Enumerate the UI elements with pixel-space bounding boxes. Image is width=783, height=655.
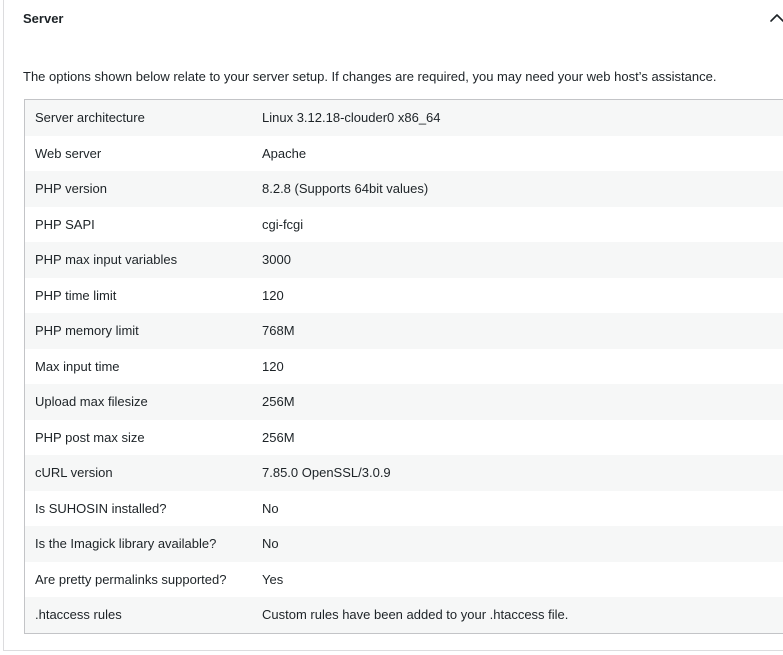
row-value: Apache: [262, 145, 307, 161]
row-value: No: [262, 500, 279, 516]
row-label: Upload max filesize: [35, 394, 148, 410]
table-row: PHP memory limit 768M: [25, 313, 783, 349]
row-label: .htaccess rules: [35, 607, 122, 623]
row-value: cgi-fcgi: [262, 216, 304, 232]
table-row: Server architecture Linux 3.12.18-cloude…: [25, 100, 783, 136]
row-value: 256M: [262, 429, 295, 445]
row-value: 768M: [262, 323, 295, 339]
table-row: Web server Apache: [25, 135, 783, 171]
table-row: Max input time 120: [25, 348, 783, 384]
row-label: Web server: [35, 145, 102, 161]
row-label: PHP max input variables: [35, 252, 178, 268]
table-row: Are pretty permalinks supported? Yes: [25, 561, 783, 597]
table-row: PHP max input variables 3000: [25, 242, 783, 278]
chevron-up-icon[interactable]: [769, 10, 783, 26]
table-row: .htaccess rules Custom rules have been a…: [25, 597, 783, 633]
server-info-table: Server architecture Linux 3.12.18-cloude…: [24, 99, 783, 634]
row-label: Are pretty permalinks supported?: [35, 571, 227, 587]
row-label: PHP version: [35, 181, 108, 197]
row-value: 120: [262, 358, 284, 374]
row-label: PHP time limit: [35, 287, 117, 303]
row-value: 256M: [262, 394, 295, 410]
table-row: Upload max filesize 256M: [25, 384, 783, 420]
table-row: PHP SAPI cgi-fcgi: [25, 206, 783, 242]
row-value: 3000: [262, 252, 291, 268]
row-value: 7.85.0 OpenSSL/3.0.9: [262, 465, 391, 481]
row-label: Is the Imagick library available?: [35, 536, 217, 552]
row-label: Max input time: [35, 358, 120, 374]
table-row: PHP time limit 120: [25, 277, 783, 313]
row-label: cURL version: [35, 465, 113, 481]
row-value: 8.2.8 (Supports 64bit values): [262, 181, 429, 197]
section-title: Server: [23, 11, 64, 26]
row-label: PHP memory limit: [35, 323, 139, 339]
row-label: PHP post max size: [35, 429, 145, 445]
server-info-panel: Server The options shown below relate to…: [3, 0, 783, 651]
row-label: PHP SAPI: [35, 216, 95, 232]
table-row: PHP version 8.2.8 (Supports 64bit values…: [25, 171, 783, 207]
row-value: Yes: [262, 571, 284, 587]
table-row: cURL version 7.85.0 OpenSSL/3.0.9: [25, 455, 783, 491]
row-value: Custom rules have been added to your .ht…: [262, 607, 569, 623]
server-accordion-toggle[interactable]: Server: [4, 0, 783, 40]
section-description: The options shown below relate to your s…: [23, 69, 717, 84]
row-value: Linux 3.12.18-clouder0 x86_64: [262, 110, 441, 126]
table-row: Is SUHOSIN installed? No: [25, 490, 783, 526]
table-row: Is the Imagick library available? No: [25, 526, 783, 562]
row-value: 120: [262, 287, 284, 303]
row-label: Server architecture: [35, 110, 145, 126]
row-label: Is SUHOSIN installed?: [35, 500, 167, 516]
table-row: PHP post max size 256M: [25, 419, 783, 455]
row-value: No: [262, 536, 279, 552]
